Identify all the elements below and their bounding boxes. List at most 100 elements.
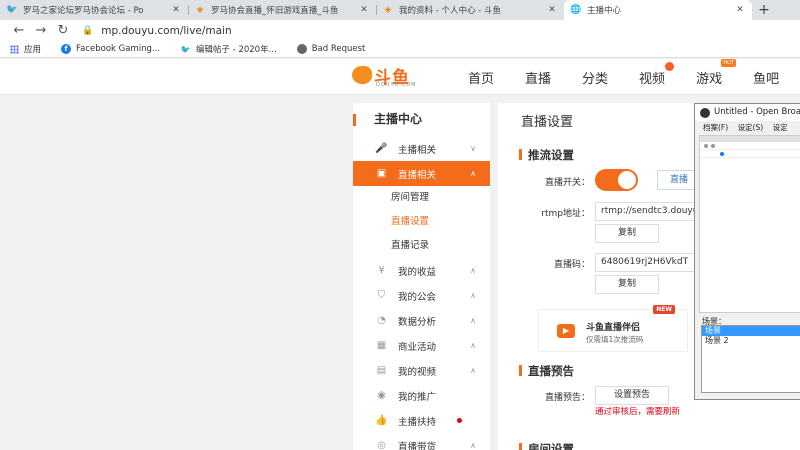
browser-tab-1[interactable]: 🐦 罗马之家论坛罗马协会论坛 - Po ✕ bbox=[0, 0, 188, 20]
sidebar-item-business[interactable]: ▦ 商业活动 ∧ bbox=[353, 333, 490, 358]
sidebar-item-label: 主播扶持 bbox=[398, 416, 437, 428]
review-warning-text: 通过审核后，需要刷新 bbox=[595, 407, 681, 417]
building-icon: ▦ bbox=[376, 340, 387, 351]
obs-scene-item[interactable]: 场景 2 bbox=[702, 336, 800, 346]
bookmark-label: Bad Request bbox=[311, 44, 366, 54]
chevron-up-icon: ∧ bbox=[470, 441, 476, 450]
bookmark-label: 应用 bbox=[24, 45, 42, 55]
sidebar-subitem-live-records[interactable]: 直播记录 bbox=[353, 234, 490, 258]
tab-title: 我的资料 - 个人中心 - 斗鱼 bbox=[399, 6, 501, 16]
bookmark-facebook-gaming[interactable]: f Facebook Gaming... bbox=[61, 44, 160, 54]
douyu-logo[interactable]: 斗鱼 DOUYU.COM bbox=[352, 63, 422, 89]
sidebar-item-label: 我的公会 bbox=[398, 291, 437, 303]
nav-home[interactable]: 首页 bbox=[468, 68, 494, 87]
chevron-up-icon: ∧ bbox=[470, 266, 476, 275]
obs-scene-item[interactable]: 场景 bbox=[702, 326, 800, 336]
copy-code-button[interactable]: 复制 bbox=[595, 275, 659, 294]
play-video-icon: ▶ bbox=[557, 324, 575, 338]
obs-title-bar[interactable]: Untitled - Open Broadcaster bbox=[695, 104, 800, 121]
douyu-favicon-icon: ◈ bbox=[384, 5, 392, 15]
sidebar-subitem-room-management[interactable]: 房间管理 bbox=[353, 186, 490, 210]
sidebar-item-label: 我的收益 bbox=[398, 266, 437, 278]
tab-title: 罗马协会直播_怀旧游戏直播_斗鱼 bbox=[211, 6, 339, 16]
sidebar-item-live[interactable]: ▣ 直播相关 ∧ bbox=[353, 161, 490, 186]
close-icon[interactable]: ✕ bbox=[546, 5, 558, 15]
fish-logo-icon bbox=[352, 66, 372, 84]
obs-menu-file[interactable]: 档案(F) bbox=[703, 123, 728, 132]
sidebar-subitem-live-settings[interactable]: 直播设置 bbox=[353, 210, 490, 234]
shopping-bag-icon: ◎ bbox=[377, 440, 386, 450]
sidebar-item-label: 商业活动 bbox=[398, 341, 437, 353]
bird-icon: 🐦 bbox=[180, 44, 191, 54]
chevron-up-icon: ∧ bbox=[470, 291, 476, 300]
sidebar-item-promotion[interactable]: ◉ 我的推广 bbox=[353, 383, 490, 408]
promotion-icon: ◉ bbox=[377, 390, 386, 401]
sidebar-item-label: 数据分析 bbox=[398, 316, 437, 328]
obs-scene-list: 场景 场景 2 bbox=[701, 325, 800, 393]
browser-tab-2[interactable]: ◈ 罗马协会直播_怀旧游戏直播_斗鱼 ✕ bbox=[188, 0, 376, 20]
forward-arrow-icon[interactable]: → bbox=[30, 23, 52, 38]
bookmark-label: 编辑帖子 - 2020年... bbox=[195, 45, 277, 55]
douyu-companion-promo[interactable]: ▶ 斗鱼直播伴侣 仅需填1次推流码 NEW bbox=[538, 305, 688, 352]
sidebar-item-streamer[interactable]: 🎤 主播相关 ∨ bbox=[353, 136, 490, 161]
close-icon[interactable]: ✕ bbox=[734, 5, 746, 15]
sidebar-title: 主播中心 bbox=[353, 103, 490, 136]
url-input[interactable]: 🔒 mp.douyu.com/live/main bbox=[82, 22, 800, 39]
close-icon[interactable]: ✕ bbox=[358, 5, 370, 15]
obs-window-title: Untitled - Open Broadcaster bbox=[714, 107, 800, 117]
live-preview-label: 直播预告： bbox=[544, 393, 590, 403]
nav-video[interactable]: 视频 bbox=[639, 61, 675, 87]
live-switch-label: 直播开关： bbox=[544, 178, 590, 188]
sidebar-item-live-commerce[interactable]: ◎ 直播带货 ∧ bbox=[353, 433, 490, 450]
close-icon[interactable]: ✕ bbox=[170, 5, 182, 15]
logo-subtext: DOUYU.COM bbox=[376, 82, 417, 88]
set-preview-button[interactable]: 设置预告 bbox=[595, 386, 669, 405]
sidebar-item-support[interactable]: 👍 主播扶持 bbox=[353, 408, 490, 433]
sidebar-item-earnings[interactable]: ¥ 我的收益 ∧ bbox=[353, 258, 490, 283]
section-room-settings: 房间设置 bbox=[519, 441, 574, 450]
obs-preview-area[interactable] bbox=[699, 135, 800, 313]
bookmark-edit-post[interactable]: 🐦 编辑帖子 - 2020年... bbox=[180, 43, 277, 56]
mini-forward-icon bbox=[711, 144, 715, 148]
obs-menu-more[interactable]: 设定 bbox=[773, 123, 788, 132]
reload-icon[interactable]: ↻ bbox=[52, 23, 74, 38]
obs-menu-bar: 档案(F) 设定(S) 设定 bbox=[695, 121, 800, 134]
notification-dot bbox=[457, 418, 462, 423]
page-title: 直播设置 bbox=[521, 115, 574, 130]
nav-category[interactable]: 分类 bbox=[582, 68, 608, 87]
nav-fishbar[interactable]: 鱼吧 bbox=[753, 68, 779, 87]
obs-menu-settings[interactable]: 设定(S) bbox=[738, 123, 764, 132]
sidebar: 主播中心 🎤 主播相关 ∨ ▣ 直播相关 ∧ 房间管理 直播设置 直播记录 ¥ … bbox=[353, 103, 490, 450]
nav-live[interactable]: 直播 bbox=[525, 68, 551, 87]
bookmarks-bar: 应用 f Facebook Gaming... 🐦 编辑帖子 - 2020年..… bbox=[0, 41, 800, 58]
globe-favicon-icon: 🌐 bbox=[570, 5, 582, 15]
tab-title: 罗马之家论坛罗马协会论坛 - Po bbox=[23, 6, 144, 16]
sidebar-item-guild[interactable]: ⛉ 我的公会 ∧ bbox=[353, 283, 490, 308]
sidebar-item-label: 直播带货 bbox=[398, 441, 437, 450]
chevron-up-icon: ∧ bbox=[470, 366, 476, 375]
douyu-favicon-icon: ◈ bbox=[196, 5, 204, 15]
site-header: 斗鱼 DOUYU.COM 首页 直播 分类 视频 游戏 HOT 鱼吧 bbox=[0, 58, 800, 95]
back-arrow-icon[interactable]: ← bbox=[8, 23, 30, 38]
rtmp-label: rtmp地址： bbox=[541, 209, 590, 219]
tab-title: 主播中心 bbox=[587, 6, 622, 16]
section-live-preview: 直播预告 bbox=[519, 363, 574, 379]
url-text: mp.douyu.com/live/main bbox=[101, 24, 232, 37]
bookmark-apps[interactable]: 应用 bbox=[10, 43, 41, 55]
new-tab-button[interactable]: + bbox=[752, 0, 776, 20]
main-nav: 首页 直播 分类 视频 游戏 HOT 鱼吧 bbox=[468, 58, 800, 95]
chevron-up-icon: ∧ bbox=[470, 316, 476, 325]
sidebar-item-label: 我的视频 bbox=[398, 366, 437, 378]
chevron-up-icon: ∧ bbox=[470, 341, 476, 350]
bookmark-bad-request[interactable]: Bad Request bbox=[296, 44, 366, 54]
browser-tab-4[interactable]: 🌐 主播中心 ✕ bbox=[564, 0, 752, 20]
address-bar: ← → ↻ 🔒 mp.douyu.com/live/main bbox=[0, 20, 800, 41]
browser-tab-3[interactable]: ◈ 我的资料 - 个人中心 - 斗鱼 ✕ bbox=[376, 0, 564, 20]
obs-window[interactable]: Untitled - Open Broadcaster 档案(F) 设定(S) … bbox=[694, 103, 800, 400]
sidebar-item-videos[interactable]: ▤ 我的视频 ∧ bbox=[353, 358, 490, 383]
video-icon: ▤ bbox=[376, 365, 387, 376]
nav-games[interactable]: 游戏 HOT bbox=[696, 58, 737, 87]
live-switch-toggle[interactable] bbox=[595, 169, 638, 191]
copy-rtmp-button[interactable]: 复制 bbox=[595, 224, 659, 243]
sidebar-item-analytics[interactable]: ◔ 数据分析 ∧ bbox=[353, 308, 490, 333]
